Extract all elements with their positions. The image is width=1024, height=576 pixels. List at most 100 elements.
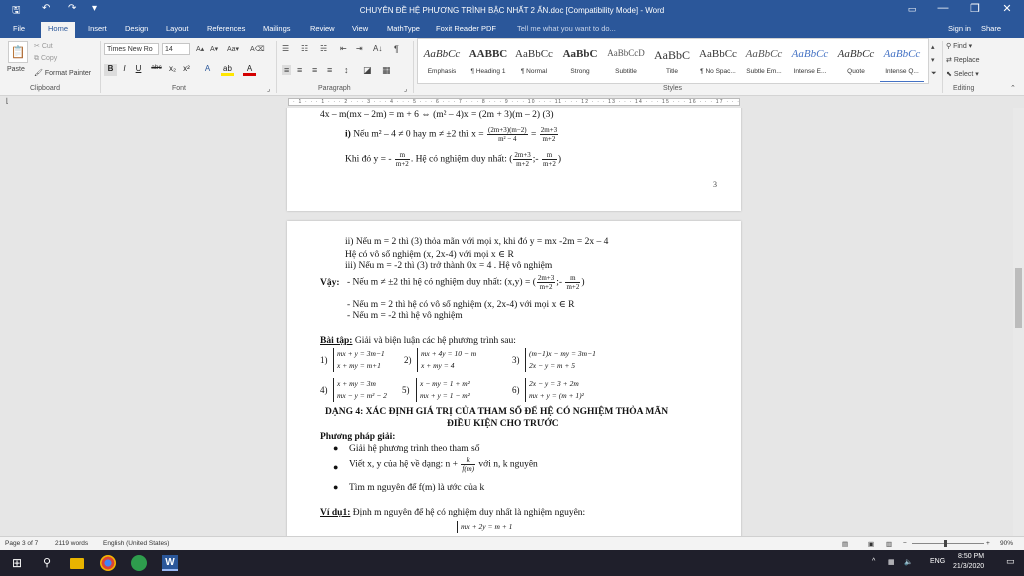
vertical-scrollbar[interactable] [1013,108,1024,536]
volume-icon[interactable]: 🔈 [904,558,913,566]
find-button[interactable]: ⚲ Find ▾ [946,42,972,50]
style-title[interactable]: AaBbC Title [650,42,694,82]
paste-icon[interactable]: 📋 [8,41,28,63]
file-explorer-icon[interactable] [70,558,84,569]
word-count[interactable]: 2119 words [55,540,88,547]
tab-layout[interactable]: Layout [166,24,189,33]
ruler[interactable]: ⌊ · 1 · · · 1 · · · 2 · · · 3 · · · 4 · … [0,96,1024,108]
tab-foxit-reader-pdf[interactable]: Foxit Reader PDF [436,24,496,33]
zoom-slider[interactable] [912,543,984,544]
style-quote[interactable]: AaBbCc Quote [834,42,878,82]
style-strong[interactable]: AaBbC Strong [558,42,602,82]
style-no-spacing[interactable]: AaBbCc ¶ No Spac... [696,42,740,82]
decrease-indent-button[interactable]: ⇤ [340,44,347,53]
style-subtle-emphasis[interactable]: AaBbCc Subtle Em... [742,42,786,82]
bullets-button[interactable]: ☰ [282,44,289,53]
read-mode-icon[interactable]: ▤ [842,540,848,548]
restore-button[interactable]: ❐ [960,2,990,15]
tab-view[interactable]: View [352,24,368,33]
superscript-button[interactable]: x² [180,64,193,76]
increase-indent-button[interactable]: ⇥ [356,44,363,53]
document-area[interactable]: 4x – m(mx – 2m) = m + 6 ⇔ (m² – 4)x = (2… [0,108,1024,536]
font-color-button[interactable]: A [243,64,256,76]
font-dialog-launcher-icon[interactable]: ⌟ [267,85,270,93]
tray-arrow-icon[interactable]: ^ [872,558,875,565]
bold-button[interactable]: B [104,64,117,76]
windows-start-icon[interactable]: ⊞ [9,555,25,571]
zoom-in-icon[interactable]: + [986,540,990,547]
tab-home[interactable]: Home [41,22,76,38]
collapse-ribbon-icon[interactable]: ⌃ [1010,84,1016,92]
style-emphasis[interactable]: AaBbCc Emphasis [420,42,464,82]
align-right-button[interactable]: ≡ [312,65,317,75]
highlight-color-button[interactable]: ab [221,64,234,76]
tab-mailings[interactable]: Mailings [263,24,291,33]
tab-file[interactable]: File [13,24,25,33]
close-button[interactable]: ✕ [992,2,1022,15]
select-button[interactable]: ⬉ Select ▾ [946,70,979,78]
cut-button[interactable]: ✂ Cut [34,42,53,50]
tab-review[interactable]: Review [310,24,335,33]
chrome-icon[interactable] [100,555,116,571]
ribbon-display-icon[interactable]: ▭ [897,4,927,15]
strikethrough-button[interactable]: abc [150,64,163,76]
change-case-button[interactable]: Aa▾ [227,45,239,53]
tab-selector-icon[interactable]: ⌊ [6,97,9,105]
numbering-button[interactable]: ☷ [301,44,308,53]
exercise-number: 3) [512,355,520,365]
tab-design[interactable]: Design [125,24,148,33]
print-layout-icon[interactable]: ▣ [868,540,874,548]
zoom-out-icon[interactable]: − [903,540,907,547]
sort-button[interactable]: A↓ [373,44,382,53]
zoom-slider-thumb[interactable] [944,540,947,547]
word-app-icon[interactable]: W [162,555,178,571]
style-intense-emphasis[interactable]: AaBbCc Intense E... [788,42,832,82]
network-icon[interactable]: ▦ [888,558,895,566]
search-icon[interactable]: ⚲ [39,555,55,571]
justify-button[interactable]: ≡ [327,65,332,75]
style-normal[interactable]: AaBbCc ¶ Normal [512,42,556,82]
align-left-button[interactable]: ≡ [282,65,292,75]
shading-button[interactable]: ◪ [363,65,372,76]
tab-references[interactable]: References [207,24,245,33]
style-intense-quote[interactable]: AaBbCc Intense Q... [880,42,924,82]
styles-scroll-icon[interactable]: ▴ ▾ ⏷ [931,41,937,80]
copy-button[interactable]: ⧉ Copy [34,55,57,63]
sign-in-link[interactable]: Sign in [948,24,971,33]
app-icon[interactable] [131,555,147,571]
share-button[interactable]: Share [981,24,1001,33]
text-effects-button[interactable]: A [201,64,214,76]
paragraph-dialog-launcher-icon[interactable]: ⌟ [404,85,407,93]
notification-icon[interactable]: ▭ [1006,556,1015,567]
multilevel-list-button[interactable]: ☵ [320,44,327,53]
style-heading-1[interactable]: AABBC ¶ Heading 1 [466,42,510,82]
line-spacing-button[interactable]: ↕ [344,65,349,75]
zoom-level[interactable]: 90% [1000,540,1013,547]
font-name-select[interactable]: Times New Ro [104,43,159,55]
clock-time[interactable]: 8:50 PM [958,553,984,560]
paste-button[interactable]: Paste [7,66,25,73]
clear-formatting-button[interactable]: A⌫ [250,45,265,53]
shrink-font-button[interactable]: A▾ [210,45,218,53]
underline-button[interactable]: U [132,64,145,76]
replace-button[interactable]: ⇄ Replace [946,56,980,64]
align-center-button[interactable]: ≡ [297,65,302,75]
page-count[interactable]: Page 3 of 7 [5,540,38,547]
input-language[interactable]: ENG [930,558,945,565]
format-painter-button[interactable]: 🖌 Format Painter [34,69,91,77]
font-size-select[interactable]: 14 [162,43,190,55]
web-layout-icon[interactable]: ▥ [886,540,892,548]
style-subtitle[interactable]: AaBbCcD Subtitle [604,42,648,82]
show-formatting-button[interactable]: ¶ [394,44,399,54]
tell-me-box[interactable]: Tell me what you want to do... [517,24,616,33]
borders-button[interactable]: ▦ [382,65,391,76]
scrollbar-thumb[interactable] [1015,268,1022,328]
tab-mathtype[interactable]: MathType [387,24,420,33]
italic-button[interactable]: I [118,64,131,76]
tab-insert[interactable]: Insert [88,24,107,33]
subscript-button[interactable]: x₂ [166,64,179,76]
language-indicator[interactable]: English (United States) [103,540,169,547]
grow-font-button[interactable]: A▴ [196,45,204,53]
clock-date[interactable]: 21/3/2020 [953,563,984,570]
minimize-button[interactable]: — [928,2,958,14]
